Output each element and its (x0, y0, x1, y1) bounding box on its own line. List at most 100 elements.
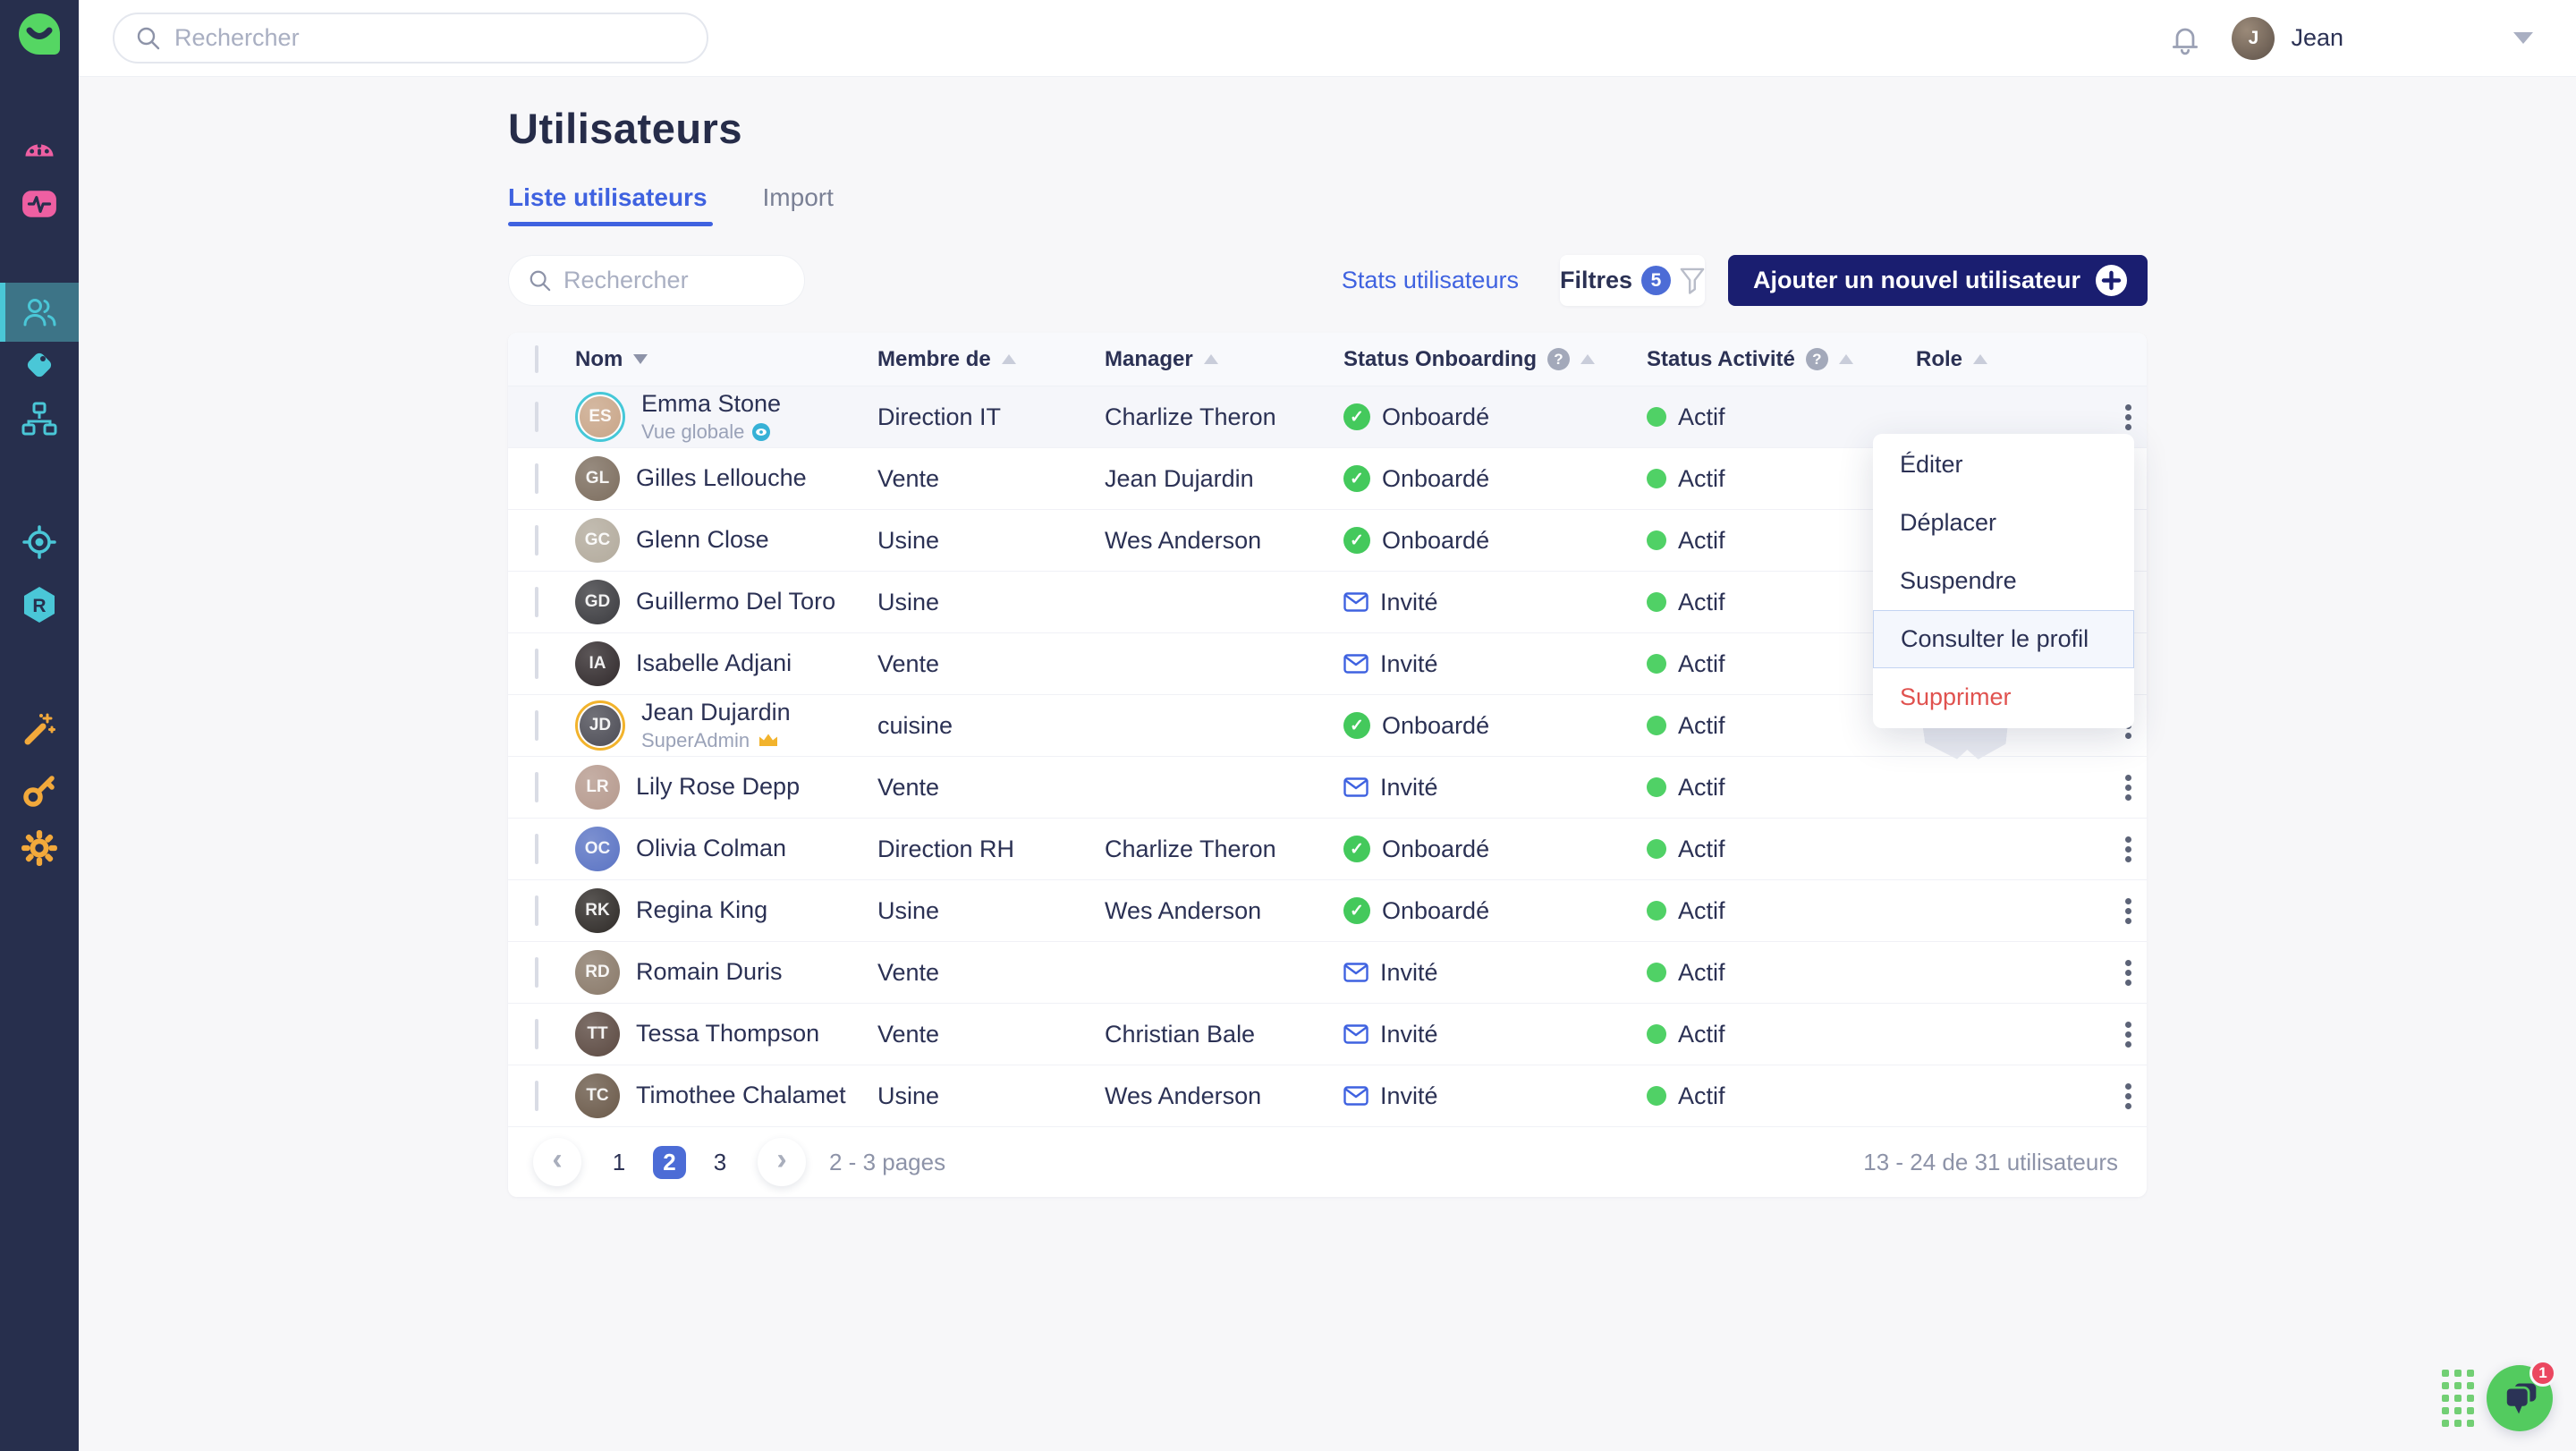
table-row[interactable]: OCOlivia ColmanDirection RHCharlize Ther… (508, 819, 2147, 880)
help-icon[interactable]: ? (1547, 348, 1570, 370)
envelope-icon (1343, 592, 1368, 612)
row-checkbox[interactable] (535, 649, 538, 679)
activity-status-cell: Actif (1647, 403, 1916, 431)
column-header-nom[interactable]: Nom (575, 347, 877, 372)
row-checkbox[interactable] (535, 834, 538, 864)
page-number-1[interactable]: 1 (601, 1149, 637, 1176)
results-count-label: 13 - 24 de 31 utilisateurs (1863, 1149, 2118, 1176)
avatar: LR (575, 765, 620, 810)
context-menu-item-suspendre[interactable]: Suspendre (1873, 552, 2134, 610)
sort-caret-icon[interactable] (1973, 354, 1987, 364)
sidebar-item-activity[interactable] (0, 177, 79, 231)
sort-caret-icon[interactable] (633, 354, 648, 364)
onboarding-status-label: Onboardé (1382, 712, 1489, 740)
user-name: Lily Rose Depp (636, 773, 800, 801)
active-dot-icon (1647, 1024, 1666, 1044)
table-row[interactable]: RKRegina KingUsineWes Anderson✓OnboardéA… (508, 880, 2147, 942)
avatar: TT (575, 1012, 620, 1056)
row-checkbox[interactable] (535, 1019, 538, 1049)
column-header-manager[interactable]: Manager (1105, 347, 1343, 372)
users-table-card: NomMembre deManagerStatus Onboarding?Sta… (508, 333, 2147, 1197)
tab-import[interactable]: Import (763, 183, 834, 226)
global-search[interactable] (113, 13, 708, 64)
manager-cell: Charlize Theron (1105, 403, 1343, 431)
sidebar-item-objectives[interactable] (0, 515, 79, 569)
row-actions-kebab-icon[interactable] (2110, 1083, 2147, 1109)
widget-drag-handle[interactable] (2442, 1370, 2474, 1427)
global-search-input[interactable] (174, 24, 631, 52)
row-actions-kebab-icon[interactable] (2110, 1022, 2147, 1048)
sort-caret-icon[interactable] (1580, 354, 1595, 364)
sidebar-item-settings[interactable] (0, 821, 79, 875)
tab-liste-utilisateurs[interactable]: Liste utilisateurs (508, 183, 708, 226)
user-name-cell: JDJean DujardinSuperAdmin (575, 699, 877, 752)
table-search[interactable] (508, 255, 805, 306)
magic-wand-icon (21, 709, 58, 747)
row-checkbox[interactable] (535, 463, 538, 494)
row-checkbox[interactable] (535, 1081, 538, 1111)
notifications-bell-icon[interactable] (2169, 21, 2201, 55)
sidebar-item-org-chart[interactable] (0, 392, 79, 445)
avatar-initials: LR (575, 765, 620, 810)
help-icon[interactable]: ? (1806, 348, 1828, 370)
sidebar-item-magic[interactable] (0, 701, 79, 755)
select-all-checkbox[interactable] (535, 345, 538, 373)
chat-launcher-button[interactable]: 1 (2487, 1365, 2553, 1431)
row-actions-kebab-icon[interactable] (2110, 960, 2147, 986)
user-menu-caret-icon[interactable] (2513, 32, 2533, 44)
sidebar-item-assistant[interactable] (0, 123, 79, 177)
svg-text:R: R (32, 596, 46, 616)
column-header-status-onboarding[interactable]: Status Onboarding? (1343, 347, 1647, 372)
row-actions-kebab-icon[interactable] (2110, 404, 2147, 430)
row-checkbox[interactable] (535, 402, 538, 432)
active-dot-icon (1647, 1086, 1666, 1106)
row-actions-kebab-icon[interactable] (2110, 836, 2147, 862)
manager-cell: Jean Dujardin (1105, 465, 1343, 493)
role-cell (1916, 819, 2110, 879)
context-menu-item-déplacer[interactable]: Déplacer (1873, 494, 2134, 552)
active-dot-icon (1647, 654, 1666, 674)
column-header-membre-de[interactable]: Membre de (877, 347, 1105, 372)
sort-caret-icon[interactable] (1839, 354, 1853, 364)
avatar: GD (575, 580, 620, 624)
context-menu-item-consulter-le-profil[interactable]: Consulter le profil (1873, 610, 2134, 668)
user-name: Guillermo Del Toro (636, 588, 835, 615)
row-checkbox[interactable] (535, 895, 538, 926)
user-avatar[interactable]: J (2232, 17, 2275, 60)
sidebar-item-reviews[interactable]: R (0, 578, 79, 632)
page-number-2[interactable]: 2 (653, 1146, 686, 1179)
stats-users-link[interactable]: Stats utilisateurs (1342, 267, 1519, 294)
table-row[interactable]: TCTimothee ChalametUsineWes AndersonInvi… (508, 1065, 2147, 1127)
table-row[interactable]: RDRomain DurisVenteInvitéActif (508, 942, 2147, 1004)
column-header-role[interactable]: Role (1916, 347, 2110, 372)
context-menu-item-éditer[interactable]: Éditer (1873, 436, 2134, 494)
sidebar-item-users[interactable] (0, 283, 79, 342)
sort-caret-icon[interactable] (1002, 354, 1016, 364)
sidebar-item-tags[interactable] (0, 338, 79, 392)
prev-page-button[interactable]: ‹ (533, 1138, 581, 1186)
row-checkbox[interactable] (535, 587, 538, 617)
row-actions-kebab-icon[interactable] (2110, 898, 2147, 924)
table-row[interactable]: TTTessa ThompsonVenteChristian BaleInvit… (508, 1004, 2147, 1065)
row-checkbox[interactable] (535, 957, 538, 988)
table-row[interactable]: LRLily Rose DeppVenteInvitéActif (508, 757, 2147, 819)
next-page-button[interactable]: › (758, 1138, 806, 1186)
row-actions-kebab-icon[interactable] (2110, 775, 2147, 801)
context-menu-item-supprimer[interactable]: Supprimer (1873, 668, 2134, 726)
manager-cell: Wes Anderson (1105, 527, 1343, 555)
table-search-input[interactable] (564, 267, 784, 294)
sidebar-item-permissions[interactable] (0, 764, 79, 818)
column-header-label: Status Activité (1647, 347, 1795, 372)
app-logo[interactable] (0, 7, 79, 61)
envelope-icon (1343, 1086, 1368, 1106)
column-header-status-activité[interactable]: Status Activité? (1647, 347, 1916, 372)
page-number-3[interactable]: 3 (702, 1149, 738, 1176)
row-checkbox[interactable] (535, 525, 538, 556)
filters-button[interactable]: Filtres 5 (1560, 255, 1705, 306)
user-name: Isabelle Adjani (636, 649, 792, 677)
row-checkbox[interactable] (535, 710, 538, 741)
sort-caret-icon[interactable] (1204, 354, 1218, 364)
row-checkbox[interactable] (535, 772, 538, 802)
add-user-button[interactable]: Ajouter un nouvel utilisateur (1728, 255, 2148, 306)
onboarding-status-cell: ✓Onboardé (1343, 712, 1647, 740)
